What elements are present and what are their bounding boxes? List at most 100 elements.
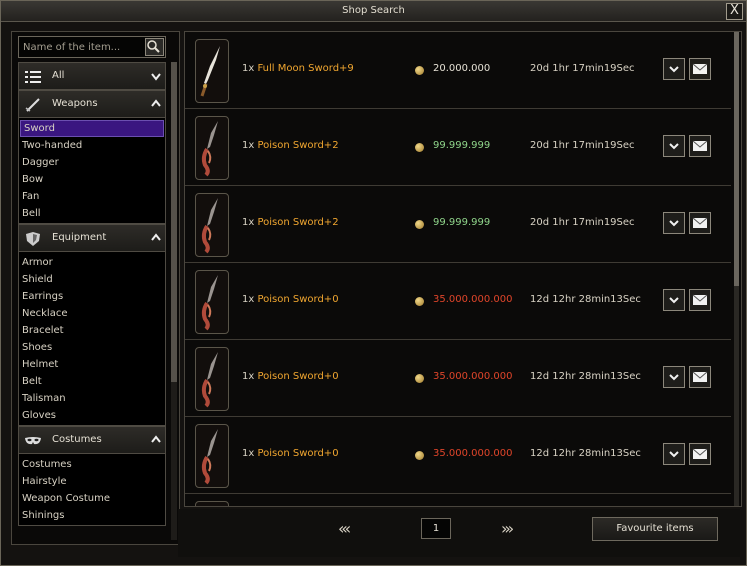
envelope-icon [692,448,708,459]
message-seller-button[interactable] [689,366,711,388]
listing-price: 20.000.000 [433,63,491,74]
search-button[interactable] [145,38,164,56]
search-field[interactable] [18,36,166,58]
chevron-down-icon [669,220,679,227]
envelope-icon [692,371,708,382]
coin-icon [415,143,424,152]
category-panel: AllWeaponsSwordTwo-handedDaggerBowFanBel… [11,31,180,545]
sword-icon [25,97,41,112]
search-input[interactable] [21,39,145,55]
category-items-weapons: Sword Two-handed Dagger Bow Fan Bell [18,118,166,224]
full-moon-sword-icon[interactable] [195,39,229,103]
listing-price: 35.000.000.000 [433,294,513,305]
category-scrollbar[interactable] [171,62,177,540]
category-item-necklace[interactable]: Necklace [19,305,165,322]
category-item-two-handed[interactable]: Two-handed [19,137,165,154]
listing-row[interactable]: 1x Poison Sword+0 35.000.000.000 12d 12hr … [185,417,731,494]
next-page-button[interactable]: ›» [501,519,514,538]
category-header-all[interactable]: All [18,62,166,90]
item-slot-icon[interactable] [195,501,229,506]
category-item-bell[interactable]: Bell [19,205,165,222]
listing-row[interactable]: 1x Poison Sword+2 99.999.999 20d 1hr 17min… [185,186,731,263]
listing-time-remaining: 20d 1hr 17min19Sec [530,63,635,74]
category-item-dagger[interactable]: Dagger [19,154,165,171]
category-item-hairstyle[interactable]: Hairstyle [19,473,165,490]
shield-icon [25,231,41,246]
category-items-costumes: Costumes Hairstyle Weapon Costume Shinings [18,454,166,526]
category-item-shield[interactable]: Shield [19,271,165,288]
message-seller-button[interactable] [689,135,711,157]
coin-icon [415,220,424,229]
poison-sword-icon[interactable] [195,270,229,334]
shop-search-window: Shop Search X All Weapons SwordTwo-handedD… [0,0,747,566]
category-item-fan[interactable]: Fan [19,188,165,205]
category-header-label: Costumes [52,434,102,445]
message-seller-button[interactable] [689,289,711,311]
category-header-label: All [52,70,65,81]
listing-quantity: 1x [242,294,255,305]
first-page-button[interactable]: «‹ [338,519,351,538]
poison-sword-icon[interactable] [195,193,229,257]
expand-listing-button[interactable] [663,58,685,80]
chevron-down-icon [669,451,679,458]
double-chevron-right-icon: ›» [501,519,514,538]
category-item-helmet[interactable]: Helmet [19,356,165,373]
envelope-icon [692,140,708,151]
category-item-gloves[interactable]: Gloves [19,407,165,424]
poison-sword-icon[interactable] [195,424,229,488]
category-header-label: Weapons [52,98,98,109]
category-item-armor[interactable]: Armor [19,254,165,271]
listing-row[interactable]: 1x Poison Sword+2 99.999.999 20d 1hr 17min… [185,109,731,186]
category-header-weapons[interactable]: Weapons [18,90,166,118]
poison-sword-icon[interactable] [195,116,229,180]
chevron-down-icon [669,143,679,150]
page-number-field[interactable]: 1 [421,518,451,539]
close-button[interactable]: X [726,3,743,20]
listing-item-name: Poison Sword+2 [257,140,339,151]
listing-row-partial[interactable] [185,494,731,506]
category-item-sword[interactable]: Sword [20,120,164,137]
category-list: All Weapons Sword Two-handed Dagger Bow Fan Bel… [18,62,166,540]
listing-row[interactable]: 1x Full Moon Sword+9 20.000.000 20d 1hr 17… [185,32,731,109]
listing-row[interactable]: 1x Poison Sword+0 35.000.000.000 12d 12hr … [185,340,731,417]
category-item-shinings[interactable]: Shinings [19,507,165,524]
chevron-up-icon [151,91,161,127]
category-item-bracelet[interactable]: Bracelet [19,322,165,339]
listing-price: 35.000.000.000 [433,371,513,382]
category-header-equipment[interactable]: Equipment [18,224,166,252]
listing-time-remaining: 20d 1hr 17min19Sec [530,140,635,151]
listing-quantity: 1x [242,140,255,151]
category-item-belt[interactable]: Belt [19,373,165,390]
category-item-talisman[interactable]: Talisman [19,390,165,407]
listing-scrollbar[interactable] [734,32,739,506]
category-header-costumes[interactable]: Costumes [18,426,166,454]
category-item-earrings[interactable]: Earrings [19,288,165,305]
listing-quantity: 1x [242,63,255,74]
listing-item: 1x Full Moon Sword+9 [242,63,354,74]
listing-item: 1x Poison Sword+0 [242,448,339,459]
category-item-bow[interactable]: Bow [19,171,165,188]
chevron-up-icon [151,427,161,463]
double-chevron-left-icon: «‹ [338,519,351,538]
category-item-shoes[interactable]: Shoes [19,339,165,356]
favourite-items-button[interactable]: Favourite items [592,517,718,541]
listing-scrollbar-thumb[interactable] [734,32,739,286]
mask-icon [25,433,41,447]
expand-listing-button[interactable] [663,212,685,234]
message-seller-button[interactable] [689,443,711,465]
poison-sword-icon[interactable] [195,347,229,411]
expand-listing-button[interactable] [663,289,685,311]
message-seller-button[interactable] [689,212,711,234]
chevron-down-icon [669,66,679,73]
listing-price: 35.000.000.000 [433,448,513,459]
message-seller-button[interactable] [689,58,711,80]
envelope-icon [692,294,708,305]
expand-listing-button[interactable] [663,443,685,465]
listing-row[interactable]: 1x Poison Sword+0 35.000.000.000 12d 12hr … [185,263,731,340]
category-item-costumes[interactable]: Costumes [19,456,165,473]
expand-listing-button[interactable] [663,366,685,388]
category-scrollbar-thumb[interactable] [171,62,177,382]
category-item-weapon-costume[interactable]: Weapon Costume [19,490,165,507]
listing-item-name: Poison Sword+0 [257,294,339,305]
expand-listing-button[interactable] [663,135,685,157]
